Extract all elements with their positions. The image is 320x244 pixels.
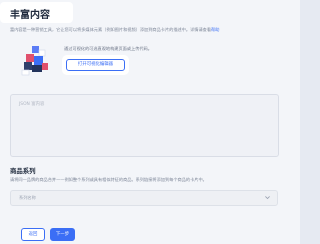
series-description: 请将同一品牌的商品合并——例如整个系列或具有相似特征的商品。系列链接将添加到每个… xyxy=(10,177,207,182)
series-placeholder: 系列名称 xyxy=(19,195,36,200)
page-title: 丰富内容 xyxy=(10,10,50,21)
series-heading: 商品系列 xyxy=(10,167,36,175)
chevron-down-icon xyxy=(265,196,270,200)
next-button[interactable]: 下一步 xyxy=(50,228,75,241)
puzzle-blocks-illustration xyxy=(18,42,54,78)
page-description: 富内容是一种营销工具，它让您可以将多媒体元素（例如图片和视频）添加到商品卡片的描… xyxy=(10,26,275,33)
open-visual-editor-button[interactable]: 打开可视化编辑器 xyxy=(66,59,125,71)
back-button[interactable]: 返回 xyxy=(21,228,45,241)
rich-content-card: 丰富内容 富内容是一种营销工具，它让您可以将多媒体元素（例如图片和视频）添加到商… xyxy=(0,0,300,244)
json-placeholder: JSON 富内容 xyxy=(19,102,45,107)
series-name-select[interactable]: 系列名称 xyxy=(10,190,278,206)
visual-editor-hint: 通过可视化的可选直观地构建页面或上传代码。 xyxy=(64,46,152,51)
description-text: 富内容是一种营销工具，它让您可以将多媒体元素（例如图片和视频）添加到商品卡片的描… xyxy=(10,27,212,32)
json-content-textarea[interactable]: JSON 富内容 xyxy=(10,94,279,157)
visual-button-highlight: 打开可视化编辑器 xyxy=(62,55,129,75)
help-link[interactable]: 帮助 xyxy=(211,27,219,32)
